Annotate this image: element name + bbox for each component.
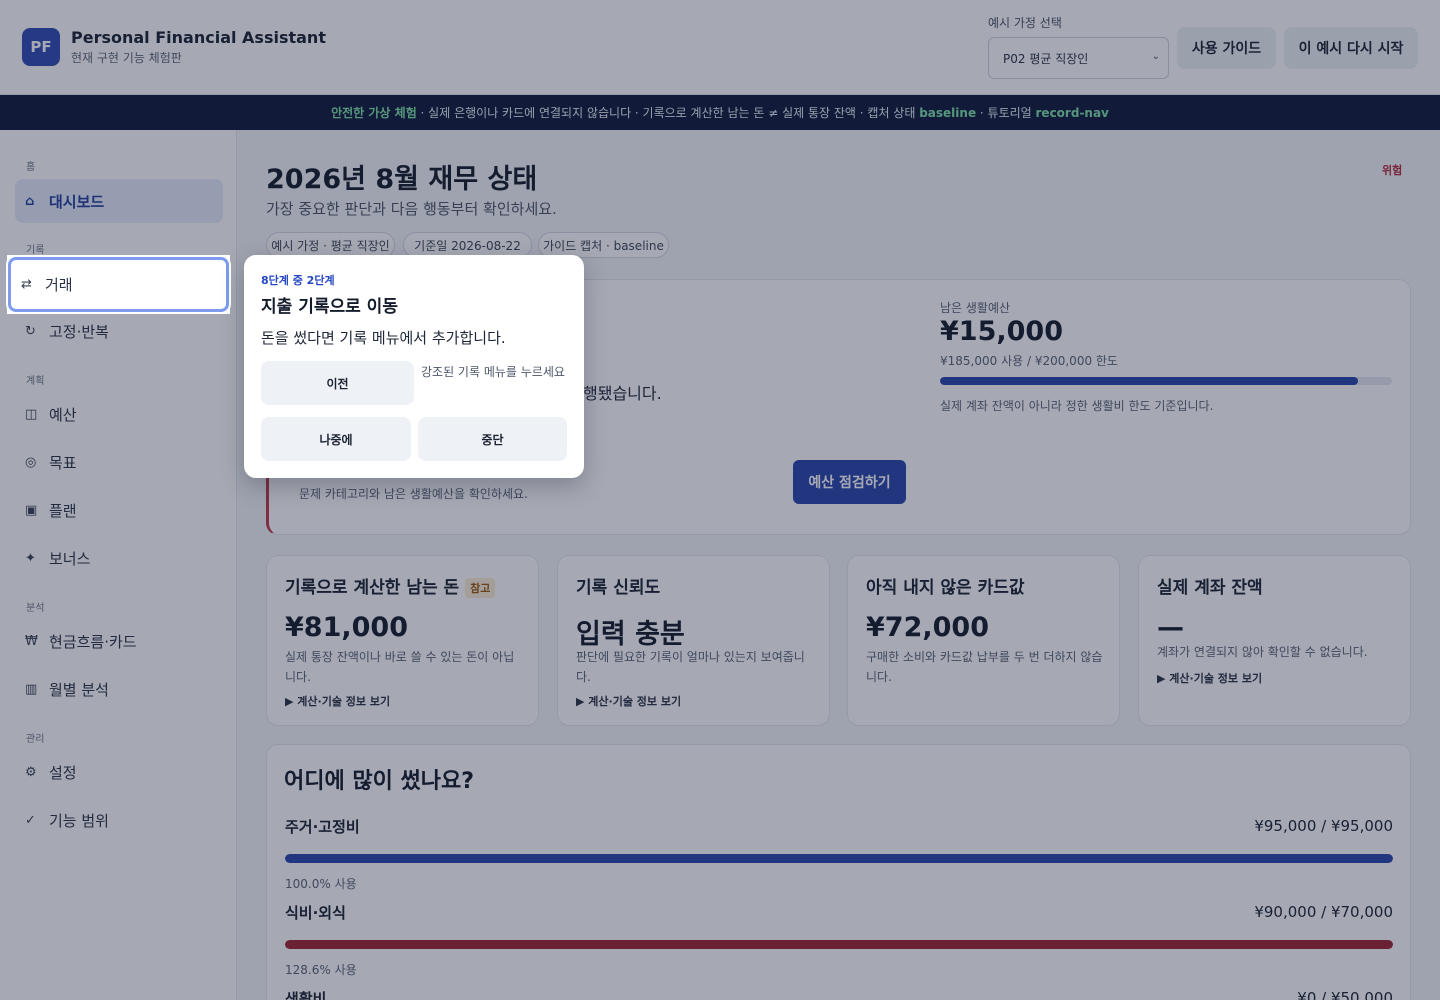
tutorial-overlay [0, 255, 7, 314]
sidebar-item-label: 거래 [45, 276, 73, 294]
tutorial-later-button[interactable]: 나중에 [261, 417, 411, 461]
sidebar-item-transactions[interactable]: ⇄ 거래 [8, 257, 229, 312]
swap-arrows-icon: ⇄ [21, 277, 32, 292]
tutorial-hint: 강조된 기록 메뉴를 누르세요 [421, 365, 565, 379]
tutorial-prev-button[interactable]: 이전 [261, 361, 414, 405]
tutorial-popover: 8단계 중 2단계 지출 기록으로 이동 돈을 썼다면 기록 메뉴에서 추가합니… [244, 255, 584, 478]
tutorial-stop-button[interactable]: 중단 [418, 417, 567, 461]
tutorial-overlay [0, 314, 1440, 1000]
tutorial-body: 돈을 썼다면 기록 메뉴에서 추가합니다. [261, 329, 506, 347]
tutorial-overlay [0, 0, 1440, 255]
tutorial-title: 지출 기록으로 이동 [261, 297, 398, 317]
tutorial-step-counter: 8단계 중 2단계 [261, 274, 335, 287]
